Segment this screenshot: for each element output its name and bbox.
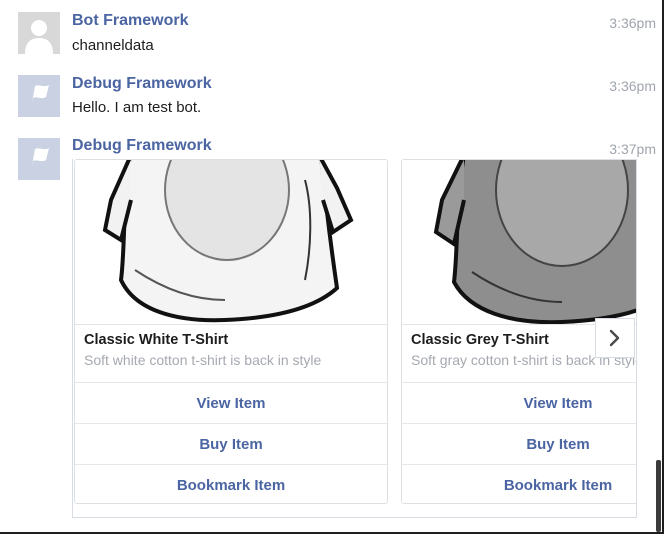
chevron-right-icon: [609, 329, 620, 347]
flag-icon: [18, 75, 60, 117]
message-text: Hello. I am test bot.: [72, 99, 202, 116]
card-title: Classic Grey T-Shirt: [411, 332, 549, 348]
scrollbar-thumb[interactable]: [656, 460, 661, 532]
bookmark-item-button[interactable]: Bookmark Item: [75, 464, 387, 503]
card-carousel: Classic White T-Shirt Soft white cotton …: [72, 159, 637, 518]
person-silhouette-icon: [18, 12, 60, 54]
card-subtitle: Soft white cotton t-shirt is back in sty…: [84, 352, 322, 368]
grey-tshirt-image: [402, 160, 636, 325]
view-item-button[interactable]: View Item: [402, 382, 636, 423]
product-card: Classic White T-Shirt Soft white cotton …: [74, 159, 388, 504]
carousel-next-button[interactable]: [595, 318, 635, 358]
message-timestamp: 3:36pm: [609, 78, 656, 94]
message-row: Bot Framework channeldata 3:36pm: [0, 10, 664, 70]
message-text: channeldata: [72, 37, 154, 54]
sender-name[interactable]: Debug Framework: [72, 137, 212, 155]
flag-icon: [18, 138, 60, 180]
buy-item-button[interactable]: Buy Item: [75, 423, 387, 464]
message-row: Debug Framework Hello. I am test bot. 3:…: [0, 73, 664, 133]
buy-item-button[interactable]: Buy Item: [402, 423, 636, 464]
sender-name[interactable]: Debug Framework: [72, 75, 212, 93]
avatar: [18, 75, 60, 117]
message-timestamp: 3:37pm: [609, 141, 656, 157]
bookmark-item-button[interactable]: Bookmark Item: [402, 464, 636, 503]
white-tshirt-image: [75, 160, 387, 325]
message-timestamp: 3:36pm: [609, 15, 656, 31]
card-title: Classic White T-Shirt: [84, 332, 229, 348]
avatar: [18, 12, 60, 54]
avatar: [18, 138, 60, 180]
sender-name[interactable]: Bot Framework: [72, 12, 188, 30]
view-item-button[interactable]: View Item: [75, 382, 387, 423]
